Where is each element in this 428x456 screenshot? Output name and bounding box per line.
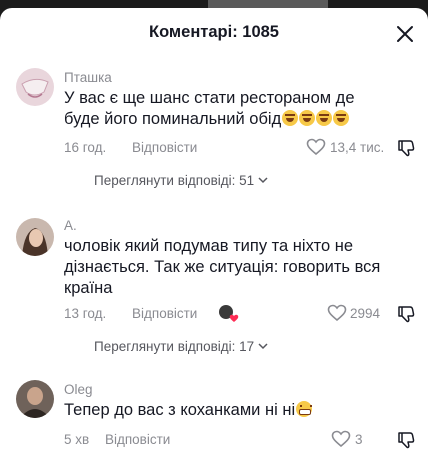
view-replies-button[interactable]: Переглянути відповіді: 17 xyxy=(94,339,268,354)
thumbs-down-icon[interactable] xyxy=(397,139,415,157)
comment-meta: 16 год. Відповісти xyxy=(64,140,197,155)
avatar[interactable] xyxy=(16,68,54,106)
comment-meta: 13 год. Відповісти xyxy=(64,306,197,321)
like-count: 13,4 тис. xyxy=(330,140,385,155)
heart-icon[interactable] xyxy=(306,138,326,156)
laughing-emoji xyxy=(333,110,350,126)
comment-meta: 5 хв Відповісти xyxy=(64,432,170,447)
like-count: 2994 xyxy=(350,306,381,321)
close-icon[interactable] xyxy=(396,25,414,43)
comment-text: чоловік який подумав типу та ніхто не ді… xyxy=(64,237,381,297)
comments-sheet: Коментарі: 1085 Пташка У вас є ще шанс с… xyxy=(0,8,428,456)
comments-header: Коментарі: 1085 xyxy=(0,8,428,58)
laughing-emoji xyxy=(299,110,316,126)
avatar[interactable] xyxy=(16,218,54,256)
chevron-down-icon xyxy=(258,343,268,350)
comment-item: A. чоловік який подумав типу та ніхто не… xyxy=(0,208,428,358)
comment-author[interactable]: Oleg xyxy=(64,382,93,397)
chevron-down-icon xyxy=(258,177,268,184)
view-replies-button[interactable]: Переглянути відповіді: 51 xyxy=(94,173,268,188)
reply-button[interactable]: Відповісти xyxy=(132,140,197,155)
reply-button[interactable]: Відповісти xyxy=(132,306,197,321)
comment-text-body: Тепер до вас з коханками ні ні xyxy=(64,401,296,419)
laughing-emoji xyxy=(282,110,299,126)
heart-icon[interactable] xyxy=(327,304,347,322)
grinning-emoji xyxy=(296,401,313,417)
comment-item: Oleg Тепер до вас з коханками ні ні 5 хв… xyxy=(0,370,428,456)
like-count: 3 xyxy=(355,432,363,447)
comments-title: Коментарі: 1085 xyxy=(149,23,279,41)
view-replies-label: Переглянути відповіді: 51 xyxy=(94,173,255,188)
comment-author[interactable]: Пташка xyxy=(64,70,112,85)
heart-icon xyxy=(229,314,239,322)
laughing-emoji xyxy=(316,110,333,126)
comment-item: Пташка У вас є ще шанс стати рестораном … xyxy=(0,58,428,198)
comment-time: 13 год. xyxy=(64,306,107,321)
comment-time: 16 год. xyxy=(64,140,107,155)
comment-text: Тепер до вас з коханками ні ні xyxy=(64,400,394,421)
view-replies-label: Переглянути відповіді: 17 xyxy=(94,339,255,354)
comment-time: 5 хв xyxy=(64,432,90,447)
heart-icon[interactable] xyxy=(331,430,351,448)
comment-author[interactable]: A. xyxy=(64,218,77,233)
avatar[interactable] xyxy=(16,380,54,418)
comment-text: У вас є ще шанс стати рестораном де буде… xyxy=(64,88,394,130)
thumbs-down-icon[interactable] xyxy=(397,305,415,323)
reply-button[interactable]: Відповісти xyxy=(105,432,170,447)
thumbs-down-icon[interactable] xyxy=(397,431,415,449)
